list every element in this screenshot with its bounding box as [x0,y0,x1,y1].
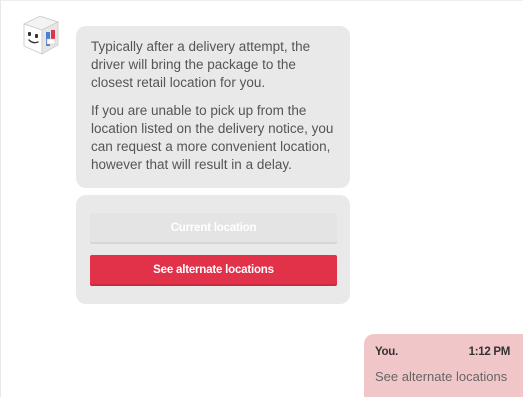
chat-window: Typically after a delivery attempt, the … [0,0,523,397]
see-alternate-locations-button[interactable]: See alternate locations [90,255,337,284]
box-robot-icon [18,12,64,58]
bot-message-paragraph: If you are unable to pick up from the lo… [91,103,334,172]
bot-message-paragraph: Typically after a delivery attempt, the … [91,39,311,90]
user-message-text: See alternate locations [375,369,508,384]
sender-name: You. [375,346,398,358]
user-message-bubble: You. 1:12 PM See alternate locations [364,334,523,397]
current-location-button[interactable]: Current location [90,213,337,242]
top-divider [0,0,523,1]
quick-reply-card: Current location See alternate locations [76,195,350,304]
user-message-header: You. 1:12 PM [375,346,510,358]
message-timestamp: 1:12 PM [468,346,511,358]
bot-message-bubble: Typically after a delivery attempt, the … [76,26,350,188]
left-divider [0,0,1,397]
